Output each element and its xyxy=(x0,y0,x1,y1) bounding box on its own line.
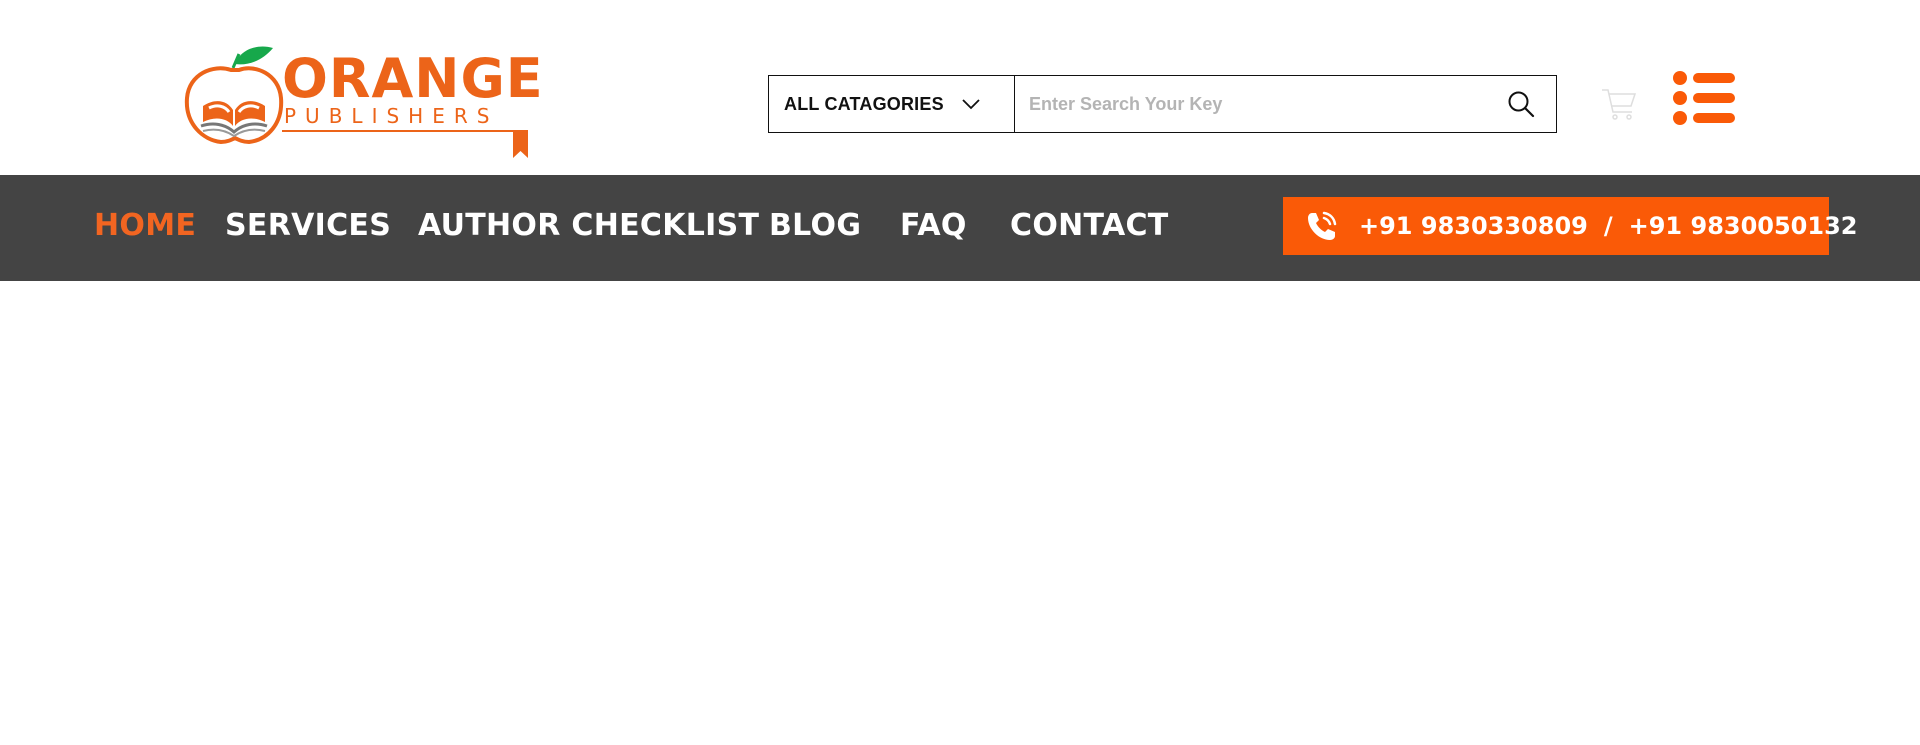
nav-item-contact[interactable]: CONTACT xyxy=(1010,205,1169,247)
phone-separator: / xyxy=(1603,212,1613,240)
nav-item-services[interactable]: SERVICES xyxy=(225,205,391,247)
main-navigation: HOME SERVICES AUTHOR CHECKLIST BLOG FAQ … xyxy=(0,175,1920,281)
brand-tagline: PUBLISHERS xyxy=(284,104,499,128)
brand-name: ORANGE xyxy=(282,47,544,110)
category-dropdown[interactable]: ALL CATAGORIES xyxy=(769,76,1015,132)
nav-item-author-checklist[interactable]: AUTHOR CHECKLIST xyxy=(418,205,759,247)
phone-call-icon xyxy=(1308,211,1337,240)
search-input[interactable] xyxy=(1015,76,1486,132)
phone-number-2[interactable]: +91 9830050132 xyxy=(1629,212,1858,240)
search-bar: ALL CATAGORIES xyxy=(768,75,1557,133)
phone-contact-banner: +91 9830330809 / +91 9830050132 xyxy=(1283,197,1857,255)
search-icon xyxy=(1508,91,1535,118)
category-dropdown-label: ALL CATAGORIES xyxy=(784,93,944,114)
list-menu-icon[interactable] xyxy=(1673,70,1735,126)
nav-item-blog[interactable]: BLOG xyxy=(769,205,861,247)
chevron-down-icon xyxy=(962,99,980,110)
cart-icon[interactable] xyxy=(1600,84,1638,122)
logo-underline xyxy=(282,130,528,132)
page-content-area xyxy=(0,281,1920,745)
phone-number-1[interactable]: +91 9830330809 xyxy=(1359,212,1588,240)
site-header: ORANGE PUBLISHERS ALL CATAGORIES xyxy=(0,0,1920,175)
nav-item-home[interactable]: HOME xyxy=(94,205,196,247)
nav-item-faq[interactable]: FAQ xyxy=(900,205,967,247)
search-button[interactable] xyxy=(1486,76,1556,132)
